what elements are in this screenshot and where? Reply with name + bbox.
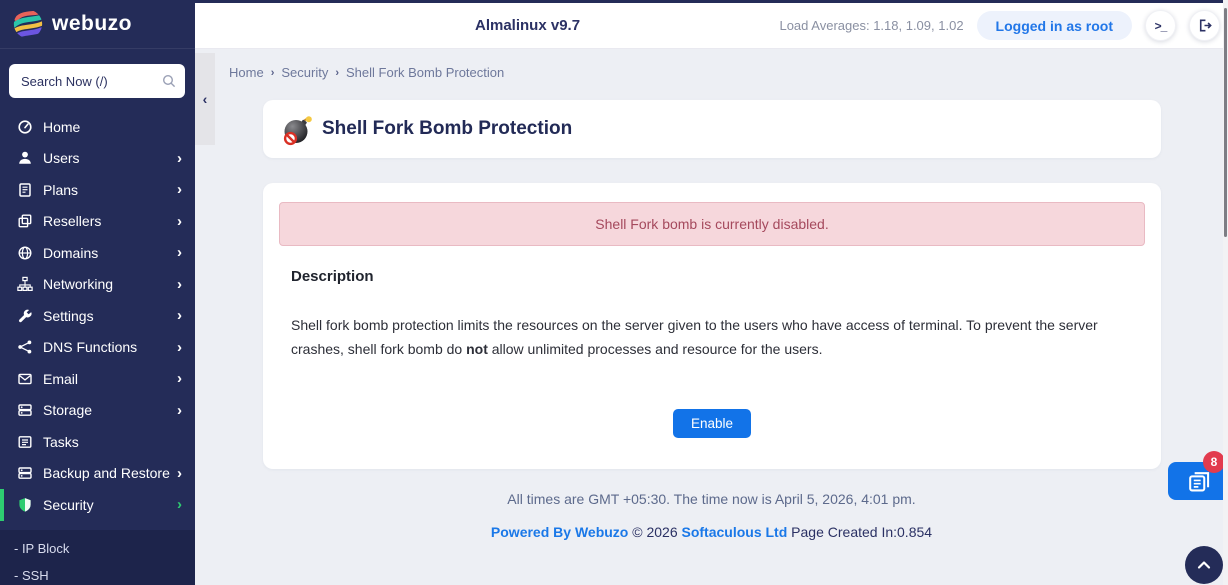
sidebar-item-email[interactable]: Email › [0, 363, 195, 395]
sidebar-collapse-toggle[interactable]: ‹ [195, 53, 215, 145]
news-icon [1187, 470, 1210, 493]
chevron-right-icon: › [177, 151, 182, 166]
news-button[interactable]: 8 [1168, 462, 1228, 500]
storage-icon [17, 402, 33, 418]
sidebar-item-backup-and-restore[interactable]: Backup and Restore › [0, 458, 195, 490]
timezone-line: All times are GMT +05:30. The time now i… [195, 491, 1228, 507]
sidebar-item-label: Networking [43, 276, 177, 292]
sidebar-item-label: Plans [43, 182, 177, 198]
sidebar-item-plans[interactable]: Plans › [0, 174, 195, 206]
description-text: Shell fork bomb protection limits the re… [291, 313, 1119, 361]
search-input[interactable] [9, 64, 185, 98]
sidebar-menu: Home › Users › Plans › Resellers › Domai… [0, 111, 195, 521]
sidebar-subitem[interactable]: - SSH [0, 562, 195, 585]
sidebar-item-label: Email [43, 371, 177, 387]
sidebar-item-settings[interactable]: Settings › [0, 300, 195, 332]
sidebar-item-label: Tasks [43, 434, 177, 450]
status-alert: Shell Fork bomb is currently disabled. [279, 202, 1145, 246]
fork-bomb-card: Shell Fork bomb is currently disabled. D… [263, 183, 1161, 469]
breadcrumb-separator: › [335, 67, 339, 79]
sidebar-item-label: Security [43, 497, 177, 513]
scrollbar-thumb[interactable] [1224, 8, 1227, 237]
breadcrumb-separator: › [271, 67, 275, 79]
dashboard-icon [17, 119, 33, 135]
main-content: ‹ Home › Security › Shell Fork Bomb Prot… [195, 49, 1228, 585]
sidebar-item-resellers[interactable]: Resellers › [0, 206, 195, 238]
sidebar-item-label: Domains [43, 245, 177, 261]
server-os-title: Almalinux v9.7 [475, 3, 580, 48]
sidebar-item-label: Backup and Restore [43, 465, 177, 481]
chevron-right-icon: › [177, 182, 182, 197]
chevron-right-icon: › [177, 245, 182, 260]
sidebar-item-tasks[interactable]: Tasks › [0, 426, 195, 458]
chevron-right-icon: › [177, 466, 182, 481]
sidebar-item-label: Settings [43, 308, 177, 324]
breadcrumb-security[interactable]: Security [281, 65, 328, 80]
softaculous-ltd-link[interactable]: Softaculous Ltd [682, 524, 788, 540]
page-title: Shell Fork Bomb Protection [322, 118, 572, 140]
shield-icon [17, 497, 33, 513]
brand-logo[interactable]: webuzo [0, 0, 195, 49]
search-icon [162, 74, 176, 88]
sidebar-item-label: Resellers [43, 213, 177, 229]
chevron-right-icon: › [177, 214, 182, 229]
news-badge: 8 [1203, 451, 1225, 473]
plans-icon [17, 182, 33, 198]
security-submenu: - IP Block - SSH - Manage Root SSH Keys [0, 530, 195, 585]
terminal-icon: >_ [1155, 19, 1167, 33]
tasks-icon [17, 434, 33, 450]
enable-button[interactable]: Enable [673, 409, 751, 438]
status-alert-text: Shell Fork bomb is currently disabled. [595, 216, 828, 232]
page-title-card: Shell Fork Bomb Protection [263, 100, 1161, 158]
sidebar-item-dns-functions[interactable]: DNS Functions › [0, 332, 195, 364]
chevron-right-icon: › [177, 308, 182, 323]
sidebar-item-networking[interactable]: Networking › [0, 269, 195, 301]
sidebar-item-users[interactable]: Users › [0, 143, 195, 175]
topbar: Almalinux v9.7 Load Averages: 1.18, 1.09… [195, 0, 1228, 49]
dns-icon [17, 339, 33, 355]
chevron-right-icon: › [177, 371, 182, 386]
sidebar: webuzo Home › Users › Plans › Resellers … [0, 0, 195, 585]
powered-by-webuzo-link[interactable]: Powered By Webuzo [491, 524, 628, 540]
page-created-text: Page Created In:0.854 [791, 524, 932, 540]
chevron-right-icon: › [177, 277, 182, 292]
chevron-up-icon [1194, 555, 1214, 575]
wrench-icon [17, 308, 33, 324]
breadcrumb-current: Shell Fork Bomb Protection [346, 65, 504, 80]
breadcrumb: Home › Security › Shell Fork Bomb Protec… [229, 65, 504, 80]
load-averages: Load Averages: 1.18, 1.09, 1.02 [779, 18, 963, 33]
logged-in-as-root-button[interactable]: Logged in as root [977, 11, 1132, 40]
brand-name: webuzo [52, 12, 132, 36]
description-heading: Description [291, 268, 374, 285]
webuzo-logo-icon [13, 9, 43, 39]
globe-icon [17, 245, 33, 261]
breadcrumb-home[interactable]: Home [229, 65, 264, 80]
sidebar-item-storage[interactable]: Storage › [0, 395, 195, 427]
logout-icon [1196, 17, 1213, 34]
networking-icon [17, 276, 33, 292]
sidebar-item-label: DNS Functions [43, 339, 177, 355]
chevron-left-icon: ‹ [203, 91, 208, 107]
user-icon [17, 150, 33, 166]
terminal-button[interactable]: >_ [1145, 10, 1176, 41]
sidebar-item-label: Storage [43, 402, 177, 418]
logout-button[interactable] [1189, 10, 1220, 41]
sidebar-subitem[interactable]: - IP Block [0, 535, 195, 562]
sidebar-item-domains[interactable]: Domains › [0, 237, 195, 269]
footer-credits: Powered By Webuzo © 2026 Softaculous Ltd… [195, 524, 1228, 540]
chevron-right-icon: › [177, 340, 182, 355]
chevron-right-icon: › [177, 403, 182, 418]
resellers-icon [17, 213, 33, 229]
chevron-right-icon: › [177, 497, 182, 512]
email-icon [17, 371, 33, 387]
sidebar-item-label: Users [43, 150, 177, 166]
scroll-to-top-button[interactable] [1185, 546, 1223, 584]
sidebar-item-label: Home [43, 119, 177, 135]
bomb-icon [281, 113, 314, 146]
scrollbar-track[interactable] [1223, 0, 1228, 585]
backup-icon [17, 465, 33, 481]
copyright-text: © 2026 [632, 524, 677, 540]
sidebar-item-security[interactable]: Security › [0, 489, 195, 521]
sidebar-item-home[interactable]: Home › [0, 111, 195, 143]
